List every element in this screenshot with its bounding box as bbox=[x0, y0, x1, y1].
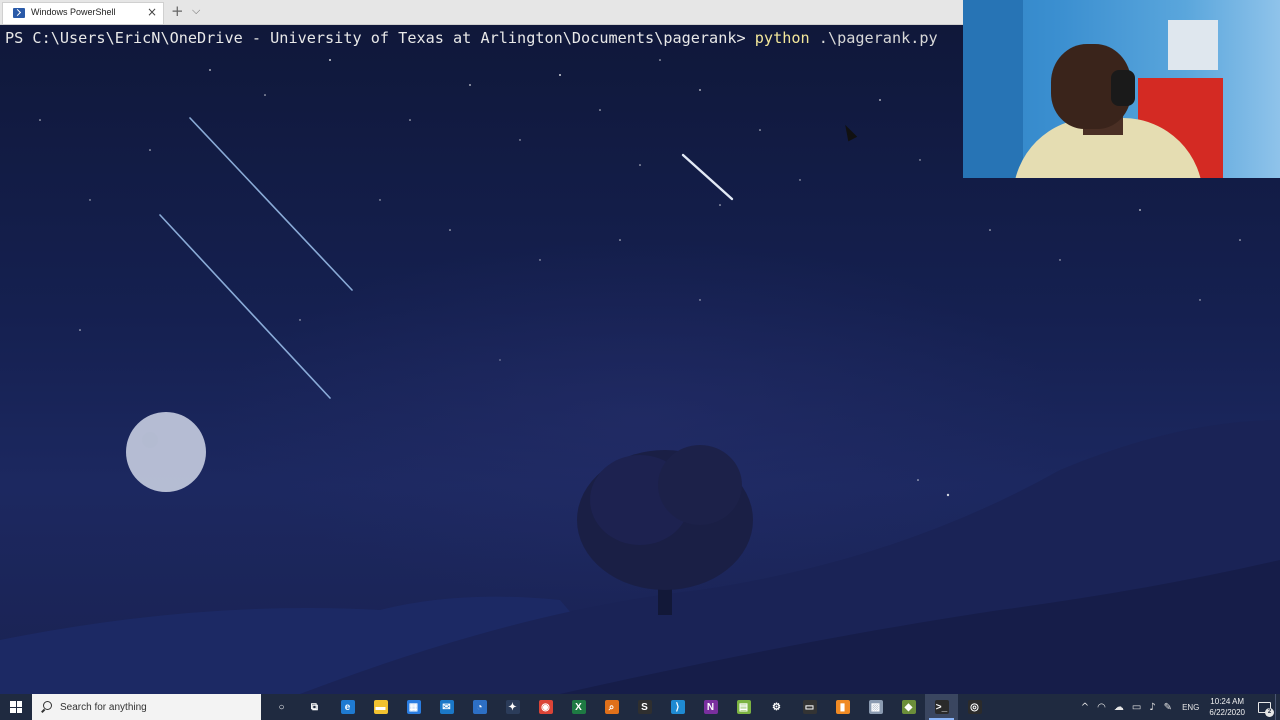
terminal-dark-icon: ▭ bbox=[802, 700, 817, 714]
photos-icon: ▨ bbox=[868, 700, 883, 714]
webcam-overlay bbox=[963, 0, 1280, 178]
shooting-stars bbox=[159, 117, 734, 399]
pinned-apps: ○ ⧉ e ▬ ▦ ✉ ◔ ✦ ◉ X ⌕ S ⟩ N ▤ ⚙ ▭ ▮ ▨ ◆ >_ ◎ bbox=[265, 694, 991, 720]
skype-taskbar-button[interactable]: S bbox=[628, 694, 661, 720]
system-tray: ^ ◠ ☁ ▭ ♪ ✎ ENG 10:24 AM 6/22/2020 2 bbox=[1077, 694, 1280, 720]
search-tool-icon: ⌕ bbox=[604, 700, 619, 714]
outlook-taskbar-button[interactable]: ◔ bbox=[463, 694, 496, 720]
onenote-icon: N bbox=[703, 700, 718, 714]
terminal-dark-taskbar-button[interactable]: ▭ bbox=[793, 694, 826, 720]
photos-taskbar-button[interactable]: ▨ bbox=[859, 694, 892, 720]
show-hidden-icons-chevron-icon[interactable]: ^ bbox=[1081, 702, 1089, 713]
search-icon bbox=[40, 701, 52, 713]
mail-icon: ✉ bbox=[439, 700, 454, 714]
search-tool-taskbar-button[interactable]: ⌕ bbox=[595, 694, 628, 720]
git-taskbar-button[interactable]: ◆ bbox=[892, 694, 925, 720]
windows-logo-icon bbox=[10, 701, 22, 713]
tab-close-icon[interactable]: × bbox=[147, 5, 157, 19]
volume-icon[interactable]: ♪ bbox=[1149, 702, 1155, 713]
webcam-background-door bbox=[963, 0, 1023, 178]
chrome-taskbar-button[interactable]: ◉ bbox=[529, 694, 562, 720]
excel-icon: X bbox=[571, 700, 586, 714]
powershell-icon: >_ bbox=[934, 700, 949, 714]
sticky-notes-taskbar-button[interactable]: ▮ bbox=[826, 694, 859, 720]
onedrive-cloud-icon[interactable]: ☁ bbox=[1114, 702, 1124, 713]
powershell-taskbar-button[interactable]: >_ bbox=[925, 694, 958, 720]
command-name: python bbox=[754, 29, 810, 47]
start-button[interactable] bbox=[0, 694, 32, 720]
notepad-plus-icon: ▤ bbox=[736, 700, 751, 714]
action-center-button[interactable]: 2 bbox=[1253, 694, 1275, 720]
steam-taskbar-button[interactable]: ✦ bbox=[496, 694, 529, 720]
clock-time: 10:24 AM bbox=[1210, 697, 1245, 706]
settings-taskbar-button[interactable]: ⚙ bbox=[760, 694, 793, 720]
chrome-icon: ◉ bbox=[538, 700, 553, 714]
onenote-taskbar-button[interactable]: N bbox=[694, 694, 727, 720]
outlook-icon: ◔ bbox=[472, 700, 487, 714]
moon bbox=[126, 412, 206, 492]
show-desktop-button[interactable] bbox=[1275, 694, 1280, 720]
task-view-taskbar-button[interactable]: ⧉ bbox=[298, 694, 331, 720]
taskbar-clock[interactable]: 10:24 AM 6/22/2020 bbox=[1209, 696, 1245, 718]
command-argument: .\pagerank.py bbox=[809, 29, 938, 47]
powershell-tab-icon bbox=[13, 8, 25, 18]
git-icon: ◆ bbox=[901, 700, 916, 714]
battery-icon[interactable]: ▭ bbox=[1132, 702, 1141, 713]
webcam-background-shelf bbox=[1168, 20, 1218, 70]
tab-dropdown-chevron-icon[interactable]: ⌵ bbox=[192, 4, 200, 18]
notification-count-badge: 2 bbox=[1265, 708, 1274, 717]
vscode-icon: ⟩ bbox=[670, 700, 685, 714]
cortana-taskbar-button[interactable]: ○ bbox=[265, 694, 298, 720]
pen-ink-icon[interactable]: ✎ bbox=[1164, 702, 1172, 713]
edge-taskbar-button[interactable]: e bbox=[331, 694, 364, 720]
task-view-icon: ⧉ bbox=[310, 701, 319, 713]
obs-taskbar-button[interactable]: ◎ bbox=[958, 694, 991, 720]
mail-taskbar-button[interactable]: ✉ bbox=[430, 694, 463, 720]
clock-date: 6/22/2020 bbox=[1209, 708, 1245, 717]
settings-icon: ⚙ bbox=[772, 701, 781, 713]
edge-icon: e bbox=[340, 700, 355, 714]
tab-title: Windows PowerShell bbox=[31, 7, 116, 17]
excel-taskbar-button[interactable]: X bbox=[562, 694, 595, 720]
tab-powershell[interactable]: Windows PowerShell × bbox=[2, 2, 164, 24]
obs-icon: ◎ bbox=[967, 700, 982, 714]
search-placeholder: Search for anything bbox=[60, 701, 147, 713]
taskbar-search-box[interactable]: Search for anything bbox=[32, 694, 261, 720]
store-icon: ▦ bbox=[406, 700, 421, 714]
sticky-notes-icon: ▮ bbox=[835, 700, 850, 714]
cortana-icon: ○ bbox=[278, 701, 285, 713]
terminal-prompt-line[interactable]: PS C:\Users\EricN\OneDrive - University … bbox=[5, 29, 938, 47]
network-icon[interactable]: ◠ bbox=[1097, 702, 1106, 713]
skype-icon: S bbox=[637, 700, 652, 714]
vscode-taskbar-button[interactable]: ⟩ bbox=[661, 694, 694, 720]
file-explorer-icon: ▬ bbox=[373, 700, 388, 714]
file-explorer-taskbar-button[interactable]: ▬ bbox=[364, 694, 397, 720]
windows-taskbar: Search for anything ○ ⧉ e ▬ ▦ ✉ ◔ ✦ ◉ X ⌕ S ⟩ N ▤ ⚙ ▭ ▮ ▨ ◆… bbox=[0, 694, 1280, 720]
notepad-plus-taskbar-button[interactable]: ▤ bbox=[727, 694, 760, 720]
steam-icon: ✦ bbox=[505, 700, 520, 714]
terminal-tab-bar: Windows PowerShell × + ⌵ bbox=[0, 0, 963, 25]
prompt-path: PS C:\Users\EricN\OneDrive - University … bbox=[5, 29, 755, 47]
headphones-icon bbox=[1111, 70, 1135, 106]
store-taskbar-button[interactable]: ▦ bbox=[397, 694, 430, 720]
new-tab-button[interactable]: + bbox=[171, 2, 184, 20]
input-language-indicator[interactable]: ENG bbox=[1182, 703, 1199, 712]
